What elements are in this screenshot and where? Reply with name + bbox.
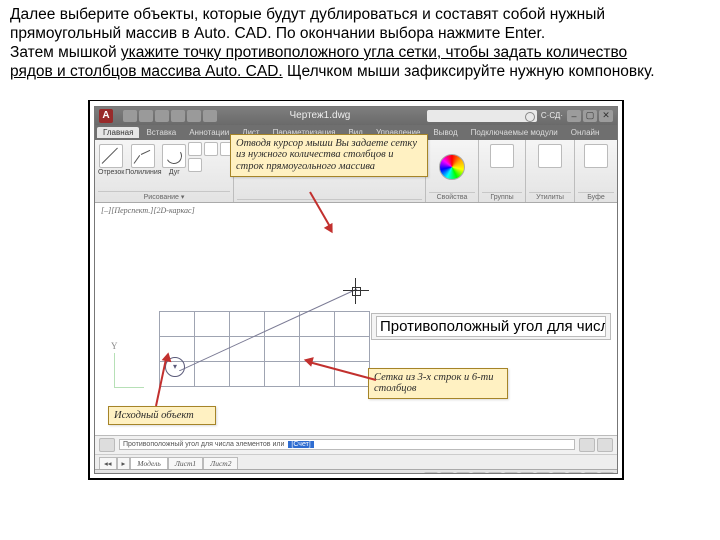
t4u: рядов и столбцов массива Auto. CAD. bbox=[10, 63, 283, 80]
status-button[interactable] bbox=[584, 472, 598, 474]
line-label: Отрезок bbox=[98, 169, 124, 176]
status-button[interactable] bbox=[472, 472, 486, 474]
t2: прямоугольный массив в Auto. CAD. По око… bbox=[10, 25, 545, 42]
help-search-input[interactable] bbox=[427, 110, 537, 122]
axis-y-label: Y bbox=[111, 341, 118, 351]
prompt-text: Противоположный угол для числа элементов… bbox=[380, 318, 606, 335]
panel-title-draw: Рисование ▾ bbox=[98, 191, 230, 201]
maximize-button[interactable]: ▢ bbox=[583, 110, 597, 122]
qat-button[interactable] bbox=[155, 110, 169, 122]
dynamic-input-prompt: Противоположный угол для числа элементов… bbox=[376, 316, 606, 337]
cmd-history-button[interactable] bbox=[99, 438, 115, 452]
draw-small-buttons bbox=[188, 142, 234, 172]
cmd-scroll-down[interactable] bbox=[597, 438, 613, 452]
measure-icon[interactable] bbox=[538, 144, 562, 168]
line-icon bbox=[99, 144, 123, 168]
t3a: Затем мышкой bbox=[10, 44, 121, 61]
callout-origin: Исходный объект bbox=[108, 406, 216, 426]
status-button[interactable] bbox=[536, 472, 550, 474]
draw-tool-button[interactable] bbox=[188, 158, 202, 172]
quick-access-toolbar[interactable] bbox=[123, 110, 217, 122]
polyline-icon bbox=[131, 144, 155, 168]
polyline-button[interactable]: Полилиния bbox=[126, 142, 160, 178]
arc-label: Дуг bbox=[169, 169, 180, 176]
status-button[interactable] bbox=[520, 472, 534, 474]
arc-icon bbox=[162, 144, 186, 168]
cmd-text: Противоположный угол для числа элементов… bbox=[123, 441, 284, 448]
infocenter-label: С·СД· bbox=[541, 111, 563, 120]
callout-mid: Сетка из 3-х строк и 6-ти столбцов bbox=[368, 368, 508, 400]
window-title: Чертеж1.dwg bbox=[217, 110, 423, 121]
layout-nav-prev[interactable]: ◂◂ bbox=[99, 457, 117, 469]
status-button[interactable] bbox=[568, 472, 582, 474]
autocad-screenshot: A Чертеж1.dwg С·СД· – ▢ ✕ Главная Вставк… bbox=[88, 100, 624, 480]
panel-utilities: Утилиты bbox=[526, 140, 575, 202]
callout-top: Отводя курсор мыши Вы задаете сетку из н… bbox=[230, 134, 428, 177]
status-button[interactable] bbox=[424, 472, 438, 474]
dynamic-input[interactable]: Противоположный угол для числа элементов… bbox=[371, 313, 611, 340]
qat-button[interactable] bbox=[171, 110, 185, 122]
crosshair-cursor bbox=[343, 278, 369, 304]
tab-annotate[interactable]: Аннотации bbox=[183, 127, 235, 138]
status-button[interactable] bbox=[456, 472, 470, 474]
line-button[interactable]: Отрезок bbox=[98, 142, 124, 178]
tab-layout1[interactable]: Лист1 bbox=[168, 457, 203, 469]
app-logo-icon[interactable]: A bbox=[99, 109, 113, 123]
color-wheel-icon[interactable] bbox=[439, 154, 465, 180]
draw-tool-button[interactable] bbox=[204, 142, 218, 156]
draw-tool-button[interactable] bbox=[188, 142, 202, 156]
cmd-scroll-up[interactable] bbox=[579, 438, 595, 452]
arc-button[interactable]: Дуг bbox=[162, 142, 186, 178]
status-button[interactable] bbox=[440, 472, 454, 474]
array-preview-grid bbox=[159, 311, 370, 387]
layout-nav-next[interactable]: ▸ bbox=[117, 457, 131, 469]
panel-title-groups: Группы bbox=[482, 192, 522, 201]
panel-title-clip: Буфе bbox=[578, 192, 614, 201]
panel-properties: Свойства bbox=[426, 140, 479, 202]
status-button[interactable] bbox=[488, 472, 502, 474]
cmd-side-buttons bbox=[99, 438, 115, 452]
tab-home[interactable]: Главная bbox=[97, 127, 139, 138]
panel-title-utilities: Утилиты bbox=[529, 192, 571, 201]
panel-groups: Группы bbox=[479, 140, 526, 202]
close-button[interactable]: ✕ bbox=[599, 110, 613, 122]
viewport-label[interactable]: [–][Перспект.][2D-каркас] bbox=[101, 206, 195, 215]
group-icon[interactable] bbox=[490, 144, 514, 168]
instruction-text: Далее выберите объекты, которые будут ду… bbox=[0, 0, 720, 84]
polyline-label: Полилиния bbox=[125, 169, 161, 176]
t1: Далее выберите объекты, которые будут ду… bbox=[10, 6, 605, 23]
panel-draw: Отрезок Полилиния Дуг Рисовани bbox=[95, 140, 234, 202]
tab-model[interactable]: Модель bbox=[130, 457, 168, 469]
panel-title-properties: Свойства bbox=[429, 192, 475, 201]
tab-online[interactable]: Онлайн bbox=[565, 127, 606, 138]
status-button[interactable] bbox=[552, 472, 566, 474]
command-line[interactable]: Противоположный угол для числа элементов… bbox=[95, 436, 617, 454]
status-button[interactable] bbox=[504, 472, 518, 474]
paste-icon[interactable] bbox=[584, 144, 608, 168]
ucs-icon bbox=[105, 353, 135, 393]
qat-button[interactable] bbox=[203, 110, 217, 122]
status-bar bbox=[95, 469, 617, 474]
cmd-option[interactable]: [Счет] bbox=[288, 441, 313, 448]
qat-button[interactable] bbox=[187, 110, 201, 122]
layout-tabs: ◂◂ ▸ Модель Лист1 Лист2 bbox=[95, 454, 617, 469]
tab-output[interactable]: Вывод bbox=[427, 127, 463, 138]
status-button[interactable] bbox=[600, 472, 614, 474]
tab-layout2[interactable]: Лист2 bbox=[203, 457, 238, 469]
qat-button[interactable] bbox=[123, 110, 137, 122]
tab-plugins[interactable]: Подключаемые модули bbox=[465, 127, 564, 138]
qat-button[interactable] bbox=[139, 110, 153, 122]
tab-insert[interactable]: Вставка bbox=[140, 127, 182, 138]
drawing-area[interactable]: [–][Перспект.][2D-каркас] Y ▾ Противопол… bbox=[95, 203, 617, 435]
command-input[interactable]: Противоположный угол для числа элементов… bbox=[119, 439, 575, 450]
t4a: Щелчком мыши зафиксируйте нужную компоно… bbox=[283, 63, 655, 80]
minimize-button[interactable]: – bbox=[567, 110, 581, 122]
panel-clipboard: Буфе bbox=[575, 140, 617, 202]
title-bar: A Чертеж1.dwg С·СД· – ▢ ✕ bbox=[95, 107, 617, 125]
t3u: укажите точку противоположного угла сетк… bbox=[121, 44, 627, 61]
